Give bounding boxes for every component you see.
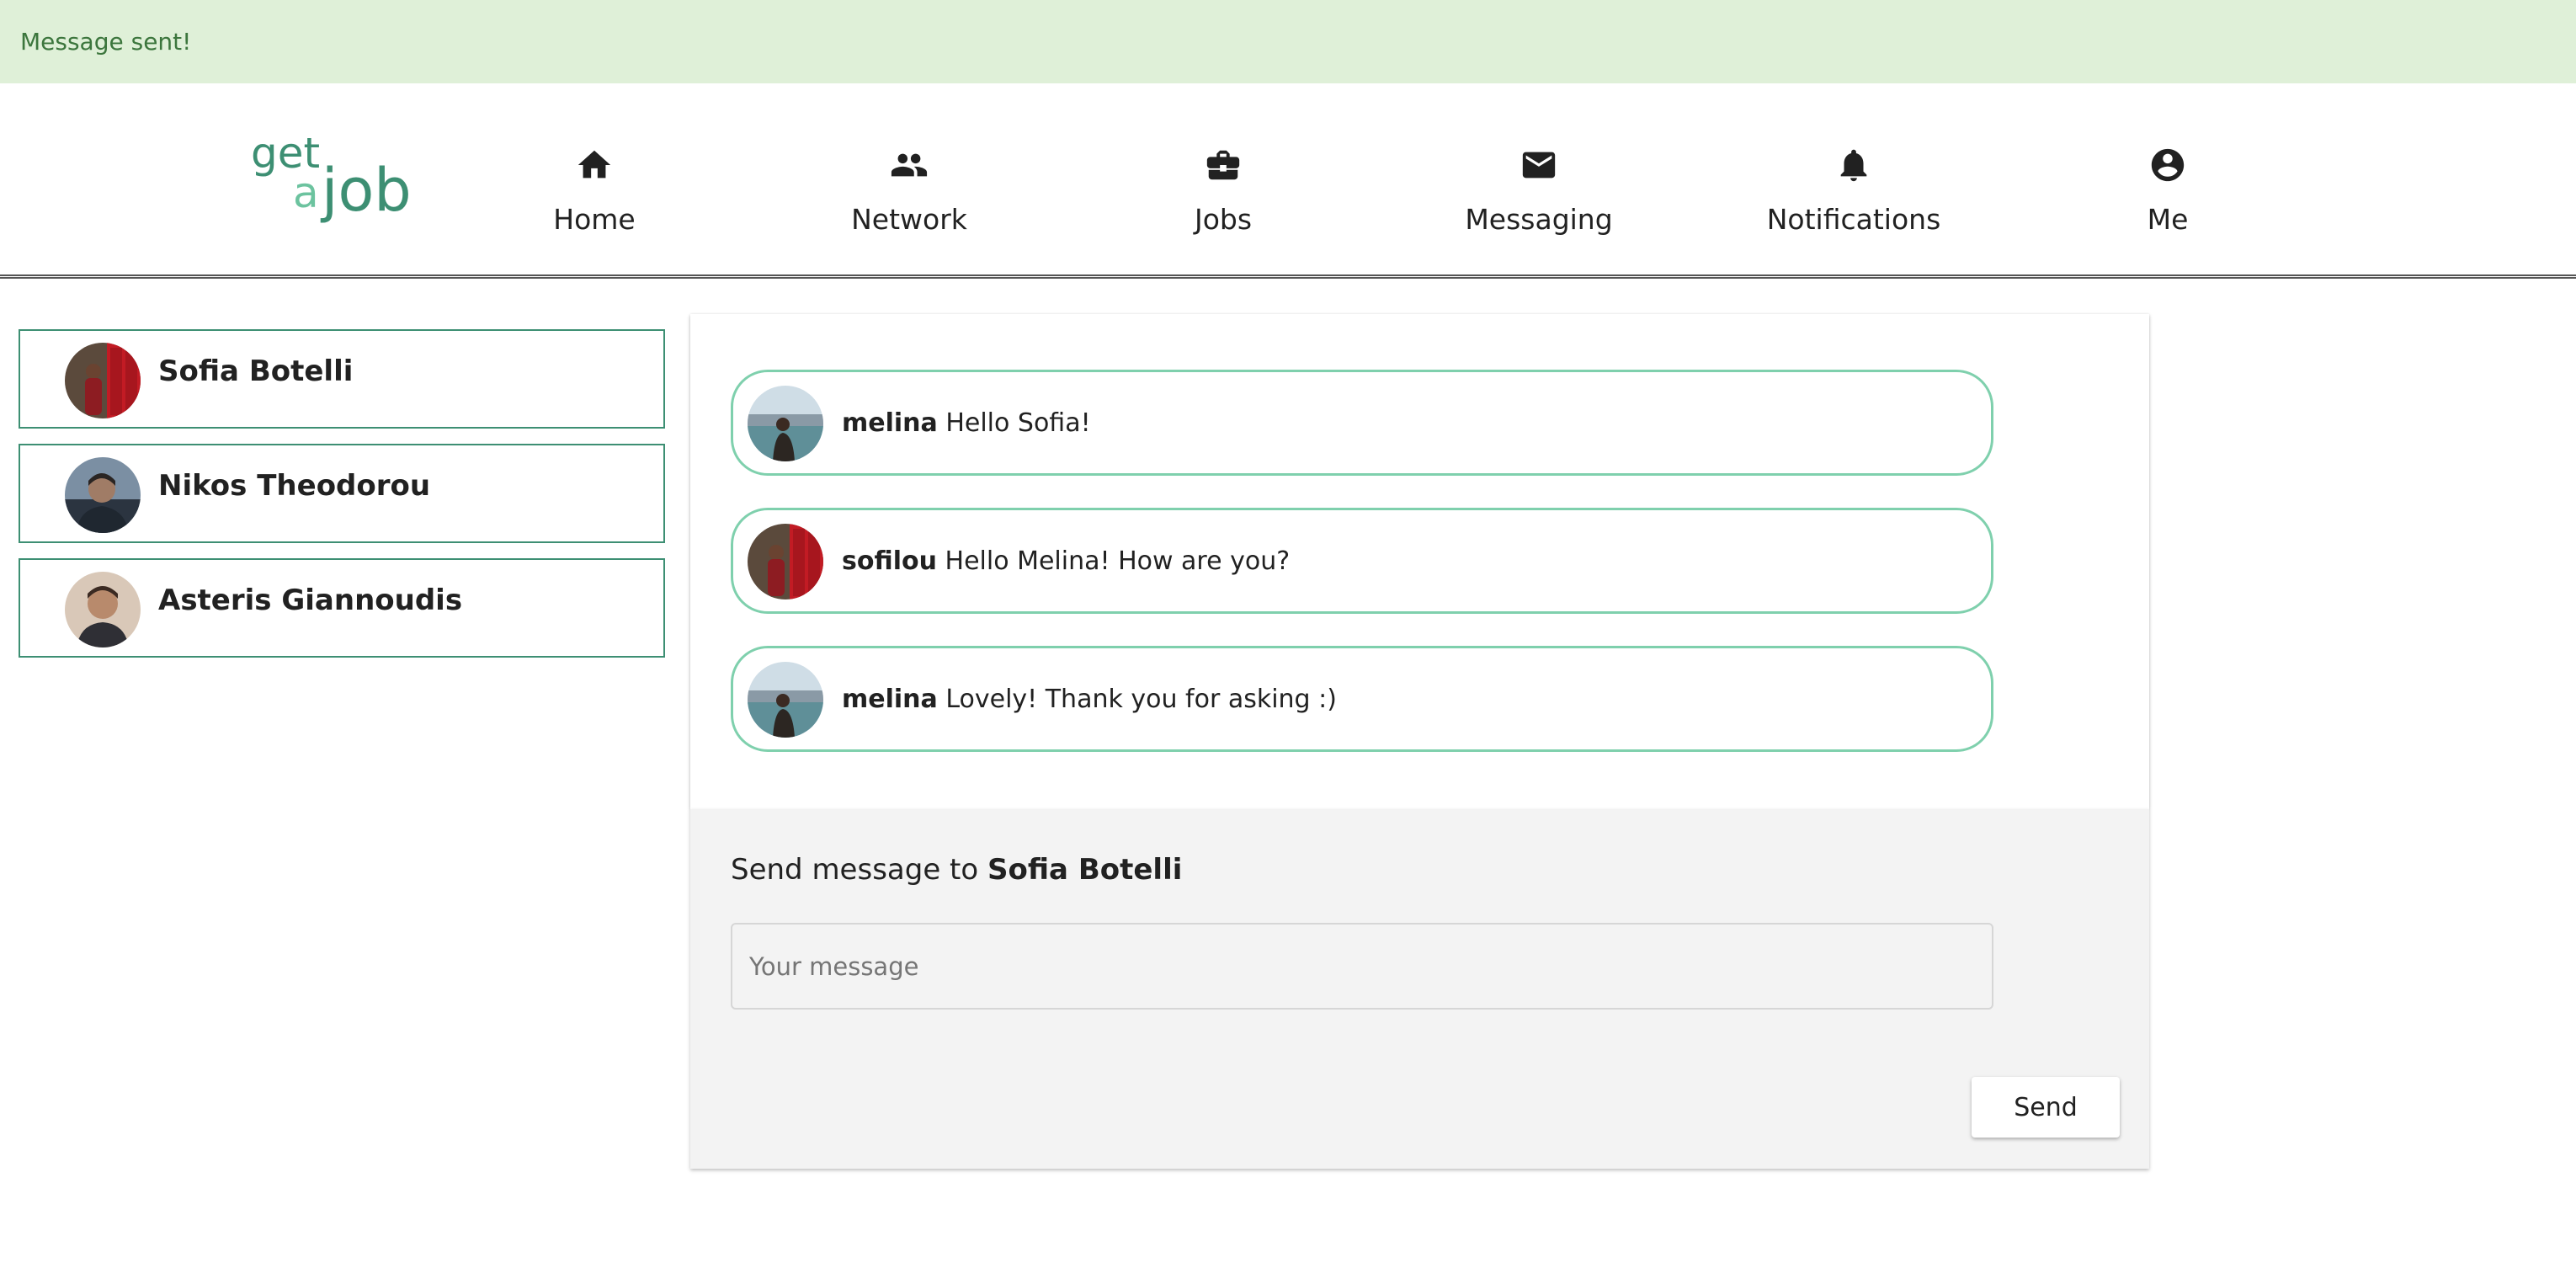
mail-icon [1522,152,1556,179]
avatar [748,524,823,600]
conversation-item-sofia-botelli[interactable]: Sofia Botelli [19,329,665,429]
nav-jobs-label: Jobs [1194,203,1253,236]
nav-home-label: Home [553,203,636,236]
compose-recipient: Sofia Botelli [987,853,1183,887]
logo-job: job [322,156,412,225]
message-bubble: sofilou Hello Melina! How are you? [731,508,1993,614]
avatar [748,386,823,461]
people-icon [891,153,928,177]
nav-jobs[interactable]: Jobs [1114,146,1333,247]
message-author: melina [842,408,938,438]
briefcase-icon [1206,150,1240,180]
nav-me-label: Me [2147,203,2189,236]
avatar [65,572,141,647]
alert-text: Message sent! [20,28,192,56]
logo-a: a [293,168,319,217]
nav-notifications[interactable]: Notifications [1744,146,1963,247]
nav-notifications-label: Notifications [1766,203,1941,236]
conversation-item-asteris-giannoudis[interactable]: Asteris Giannoudis [19,558,665,658]
nav-network[interactable]: Network [800,146,1019,247]
compose-heading: Send message to Sofia Botelli [731,853,1182,887]
compose-panel: Send message to Sofia Botelli Send [690,809,2149,1169]
message-text: Hello Sofia! [945,408,1091,438]
message-text: Hello Melina! How are you? [945,546,1291,576]
get-a-job-logo[interactable]: get a job [251,132,419,225]
conversation-item-nikos-theodorou[interactable]: Nikos Theodorou [19,444,665,543]
compose-heading-prefix: Send message to [731,853,979,887]
home-icon [577,150,611,179]
send-button[interactable]: Send [1972,1077,2120,1138]
success-alert: Message sent! [0,0,2576,83]
message-bubble: melina Hello Sofia! [731,370,1993,476]
message-bubble: melina Lovely! Thank you for asking :) [731,646,1993,752]
nav-me[interactable]: Me [2058,146,2277,247]
conversation-name: Nikos Theodorou [158,469,431,503]
conversation-name: Sofia Botelli [158,354,354,388]
nav-network-label: Network [851,203,967,236]
conversation-name: Asteris Giannoudis [158,584,463,617]
avatar [748,662,823,738]
nav-messaging[interactable]: Messaging [1429,146,1648,247]
account-circle-icon [2151,148,2185,182]
avatar [65,457,141,533]
message-text: Lovely! Thank you for asking :) [945,685,1337,714]
message-author: sofilou [842,546,937,576]
nav-home[interactable]: Home [485,146,704,247]
messages-panel: melina Hello Sofia! sofilou Hello Melina… [690,314,2149,809]
message-author: melina [842,685,938,714]
nav-messaging-label: Messaging [1465,203,1613,236]
message-input[interactable] [731,923,1993,1010]
avatar [65,343,141,418]
bell-icon [1840,149,1867,182]
top-navbar: get a job Home Network Jobs Messaging No… [0,83,2576,279]
